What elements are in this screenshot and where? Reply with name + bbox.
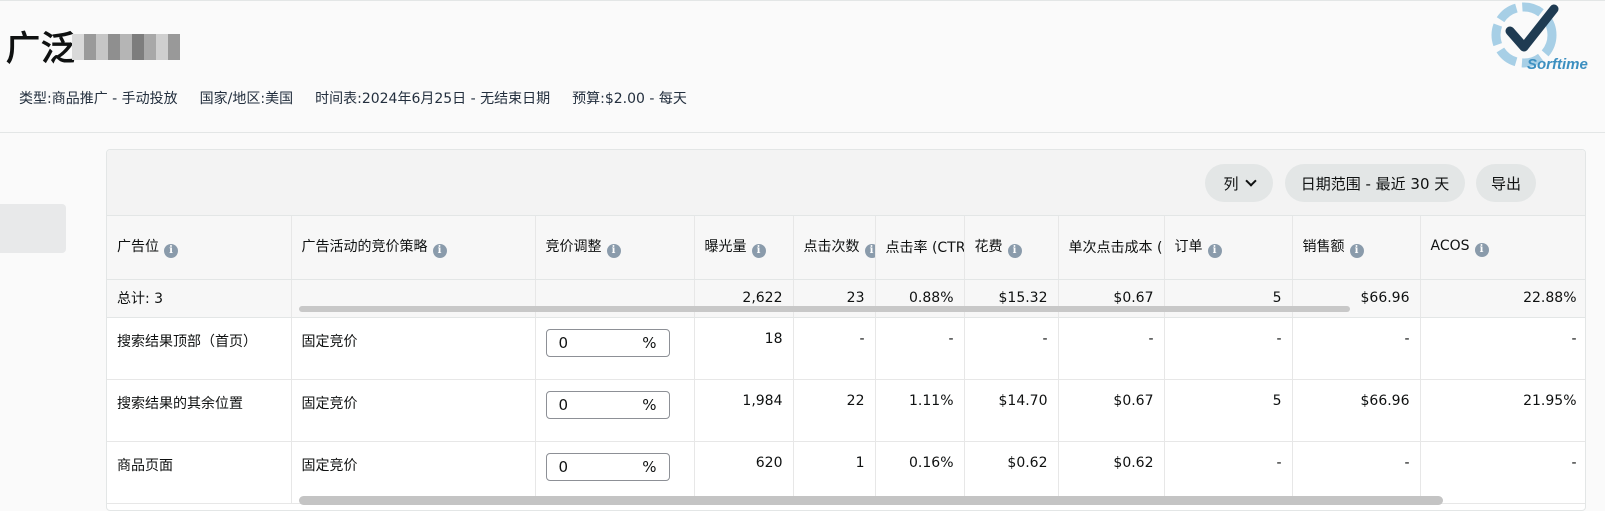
horizontal-scrollbar[interactable] (299, 496, 1443, 505)
spend-cell: $0.62 (964, 441, 1059, 504)
header-orders[interactable]: 订单 i (1164, 216, 1293, 280)
info-icon[interactable]: i (1474, 242, 1489, 257)
campaign-title: 广泛 (6, 29, 76, 69)
header-spend[interactable]: 花费 i (964, 216, 1059, 280)
impressions-cell: 620 (694, 441, 794, 504)
date-range-button[interactable]: 日期范围 - 最近 30 天 (1285, 164, 1465, 202)
info-icon[interactable]: i (751, 244, 766, 259)
header-clicks[interactable]: 点击次数 i (793, 216, 876, 280)
percent-unit: % (642, 333, 657, 352)
campaign-schedule: 时间表:2024年6月25日 - 无结束日期 (315, 91, 551, 107)
placement-cell: 商品页面 (107, 441, 292, 504)
bid-value: 0 (558, 395, 569, 414)
acos-cell: 21.95% (1420, 379, 1585, 442)
table-row: 搜索结果顶部（首页） 固定竞价 0 % 18 - - - - - - - (107, 317, 1585, 380)
sidebar-item-active[interactable] (0, 204, 66, 253)
strategy-cell: 固定竞价 (291, 441, 536, 504)
info-icon[interactable]: i (432, 244, 447, 259)
columns-button[interactable]: 列 (1205, 164, 1273, 202)
cpc-cell: $0.67 (1058, 379, 1165, 442)
total-acos: 22.88% (1420, 279, 1585, 318)
logo-text: Sorftime (1527, 56, 1588, 73)
clicks-cell: 22 (793, 379, 876, 442)
bid-adjustment-input[interactable]: 0 % (545, 328, 670, 357)
header-acos[interactable]: ACOS i (1420, 216, 1585, 280)
ctr-cell: 0.16% (875, 441, 965, 504)
info-icon[interactable]: i (164, 244, 178, 259)
chevron-down-icon (1244, 175, 1257, 187)
table-row: 搜索结果的其余位置 固定竞价 0 % 1,984 22 1.11% $14.70… (107, 379, 1585, 442)
ctr-cell: - (875, 317, 965, 380)
spend-cell: - (964, 317, 1059, 380)
orders-cell: - (1164, 317, 1293, 380)
bid-adjustment-input[interactable]: 0 % (545, 452, 670, 481)
strategy-cell: 固定竞价 (291, 379, 536, 442)
info-icon[interactable]: i (1007, 244, 1022, 259)
placement-cell: 搜索结果顶部（首页） (107, 317, 292, 380)
info-icon[interactable]: i (1207, 244, 1222, 259)
campaign-country: 国家/地区:美国 (199, 91, 294, 107)
acos-cell: - (1420, 317, 1585, 380)
cpc-cell: $0.62 (1058, 441, 1165, 504)
export-button[interactable]: 导出 (1476, 164, 1536, 202)
placement-report-panel: 列 日期范围 - 最近 30 天 导出 广告位 i 广告活动的竞价策略 i 竞价调整… (106, 149, 1586, 511)
campaign-budget: 预算:$2.00 - 每天 (572, 91, 687, 107)
table-inner-scrollbar[interactable] (299, 306, 1350, 312)
orders-cell: - (1164, 441, 1293, 504)
info-icon[interactable]: i (606, 244, 621, 259)
header-impressions[interactable]: 曝光量 i (694, 216, 794, 280)
header-strategy[interactable]: 广告活动的竞价策略 i (291, 216, 536, 280)
placement-table: 广告位 i 广告活动的竞价策略 i 竞价调整 i 曝光量 i 点击次数 i 点击率 (CT… (107, 216, 1585, 504)
redacted-name (72, 34, 180, 60)
header-cpc[interactable]: 单次点击成本 ( (1058, 216, 1165, 280)
total-label: 总计: 3 (107, 279, 292, 318)
header-sales[interactable]: 销售额 i (1292, 216, 1421, 280)
strategy-cell: 固定竞价 (291, 317, 536, 380)
ctr-cell: 1.11% (875, 379, 965, 442)
header-bid-adjustment[interactable]: 竞价调整 i (535, 216, 695, 280)
table-toolbar: 列 日期范围 - 最近 30 天 导出 (107, 150, 1585, 216)
placement-cell: 搜索结果的其余位置 (107, 379, 292, 442)
bid-adjustment-input[interactable]: 0 % (545, 390, 670, 419)
campaign-header: 广泛 类型:商品推广 - 手动投放 国家/地区:美国 时间表:2024年6月25… (0, 0, 1605, 133)
bid-value: 0 (558, 333, 569, 352)
impressions-cell: 1,984 (694, 379, 794, 442)
spend-cell: $14.70 (964, 379, 1059, 442)
impressions-cell: 18 (694, 317, 794, 380)
percent-unit: % (642, 395, 657, 414)
campaign-meta: 类型:商品推广 - 手动投放 国家/地区:美国 时间表:2024年6月25日 -… (19, 88, 687, 108)
percent-unit: % (642, 457, 657, 476)
clicks-cell: - (793, 317, 876, 380)
table-header-row: 广告位 i 广告活动的竞价策略 i 竞价调整 i 曝光量 i 点击次数 i 点击率 (CT… (107, 216, 1585, 280)
acos-cell: - (1420, 441, 1585, 504)
bid-value: 0 (558, 457, 569, 476)
orders-cell: 5 (1164, 379, 1293, 442)
header-ctr[interactable]: 点击率 (CTR (875, 216, 965, 280)
header-placement[interactable]: 广告位 i (107, 216, 292, 280)
campaign-type: 类型:商品推广 - 手动投放 (19, 91, 178, 107)
left-sidebar (0, 133, 83, 511)
table-row: 商品页面 固定竞价 0 % 620 1 0.16% $0.62 $0.62 - … (107, 441, 1585, 504)
sales-cell: $66.96 (1292, 379, 1421, 442)
cpc-cell: - (1058, 317, 1165, 380)
info-icon[interactable]: i (1349, 244, 1364, 259)
info-icon[interactable]: i (864, 244, 874, 259)
sales-cell: - (1292, 317, 1421, 380)
clicks-cell: 1 (793, 441, 876, 504)
columns-label: 列 (1223, 174, 1239, 193)
sales-cell: - (1292, 441, 1421, 504)
